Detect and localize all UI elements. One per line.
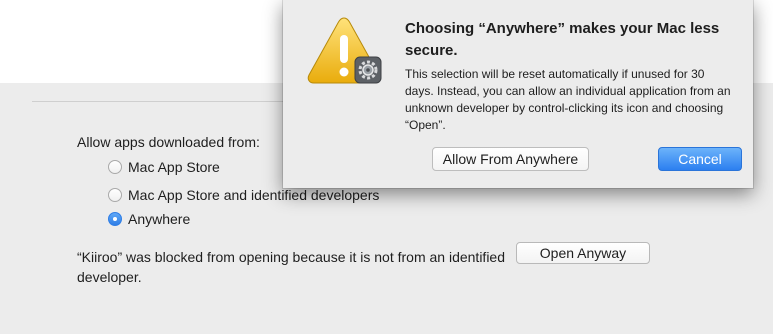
alert-message: This selection will be reset automatical… xyxy=(405,67,731,132)
radio-anywhere[interactable]: Anywhere xyxy=(108,210,190,228)
radio-button[interactable] xyxy=(108,160,122,174)
gear-icon xyxy=(354,56,382,84)
radio-label: Mac App Store and identified developers xyxy=(128,187,380,203)
allow-from-anywhere-button[interactable]: Allow From Anywhere xyxy=(432,147,589,171)
radio-mac-app-store[interactable]: Mac App Store xyxy=(108,158,220,176)
allow-apps-label: Allow apps downloaded from: xyxy=(77,134,260,150)
cancel-button[interactable]: Cancel xyxy=(658,147,742,171)
radio-button[interactable] xyxy=(108,188,122,202)
radio-label: Mac App Store xyxy=(128,159,220,175)
warning-icon xyxy=(307,17,382,84)
alert-title: Choosing “Anywhere” makes your Mac less … xyxy=(405,20,720,59)
open-anyway-button[interactable]: Open Anyway xyxy=(516,242,650,264)
security-warning-sheet: Choosing “Anywhere” makes your Mac less … xyxy=(283,0,753,188)
radio-label: Anywhere xyxy=(128,211,191,227)
radio-mac-app-store-and-identified-developers[interactable]: Mac App Store and identified developers xyxy=(108,186,379,204)
radio-button-selected[interactable] xyxy=(108,212,122,226)
blocked-app-message: “Kiiroo” was blocked from opening becaus… xyxy=(77,249,505,285)
